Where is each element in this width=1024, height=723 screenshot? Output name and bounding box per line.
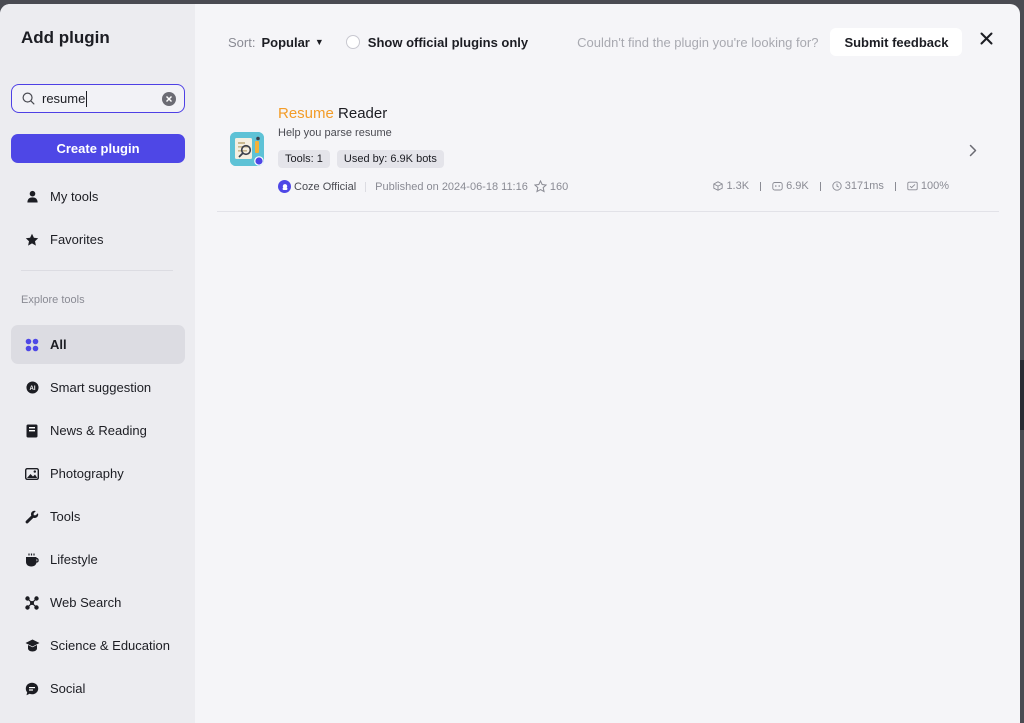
nav-label: Science & Education [50,638,170,653]
search-input[interactable]: resume [42,90,162,107]
sidebar-divider [21,270,173,271]
bots-stat: 1.3K [713,180,749,192]
background-window-edge [1020,360,1024,430]
caret-down-icon[interactable]: ▼ [315,37,324,47]
cube-icon [713,181,724,191]
official-only-radio[interactable] [345,35,360,49]
svg-text:AI: AI [29,386,35,392]
explore-tools-label: Explore tools [21,294,85,306]
nav-label: All [50,337,67,352]
category-all[interactable]: All [11,325,185,364]
plugin-tags: Tools: 1 Used by: 6.9K bots [278,150,444,168]
favorite-count-value: 160 [549,180,569,193]
plugin-description: Help you parse resume [278,127,392,139]
nav-label: News & Reading [50,423,147,438]
stat-separator [760,181,762,191]
dialog-title: Add plugin [21,28,110,47]
network-icon [24,595,40,611]
used-by-tag: Used by: 6.9K bots [336,150,444,168]
search-icon [22,92,35,105]
nav-my-tools[interactable]: My tools [11,177,185,216]
category-news-reading[interactable]: News & Reading [11,411,185,450]
person-icon [24,189,40,205]
clear-search-icon[interactable] [162,91,176,106]
ai-icon: AI [24,380,40,396]
chevron-right-icon[interactable] [969,144,977,162]
image-icon [24,466,40,482]
coze-official-icon [278,180,291,193]
bot-icon [772,182,783,191]
plugin-list-panel: Sort: Popular ▼ Show official plugins on… [195,4,1020,723]
star-outline-icon [533,180,547,193]
nav-label: Lifestyle [50,552,98,567]
category-lifestyle[interactable]: Lifestyle [11,540,185,579]
stat-separator [819,181,821,191]
category-tools[interactable]: Tools [11,497,185,536]
plugin-author: Coze Official [294,180,357,193]
latency-stat-value: 3171ms [844,180,884,192]
official-only-label: Show official plugins only [367,34,529,50]
search-box[interactable]: resume [11,84,185,113]
plugin-title: Resume Reader [278,105,387,122]
sidebar: Add plugin resume Create plugin My tools… [0,4,195,723]
grid-icon [24,337,40,353]
category-social[interactable]: Social [11,669,185,708]
plugin-logo [230,132,264,166]
favorite-count[interactable]: 160 [533,180,569,193]
nav-label: Smart suggestion [50,380,152,395]
create-plugin-button[interactable]: Create plugin [11,134,185,163]
nav-label: Social [50,681,86,696]
plugin-meta: Coze Official Published on 2024-06-18 11… [278,180,568,193]
card-divider [217,211,999,212]
stat-separator [894,181,896,191]
nav-label: Photography [50,466,124,481]
plugin-card[interactable]: Resume Reader Help you parse resume Tool… [217,92,999,212]
success-rate-stat: 100% [907,180,949,192]
wrench-icon [24,509,40,525]
sort-dropdown[interactable]: Popular [261,35,309,50]
cup-icon [24,552,40,568]
category-science-education[interactable]: Science & Education [11,626,185,665]
nav-label: My tools [50,189,99,204]
close-icon[interactable] [978,30,994,46]
calls-stat: 6.9K [772,180,809,192]
latency-stat: 3171ms [832,180,884,192]
category-smart-suggestion[interactable]: AI Smart suggestion [11,368,185,407]
book-icon [24,423,40,439]
meta-separator [365,181,367,192]
submit-feedback-button[interactable]: Submit feedback [830,28,963,56]
plugin-stats: 1.3K 6.9K 3171ms 100% [713,180,949,192]
nav-label: Tools [50,509,81,524]
success-rate-stat-value: 100% [920,180,949,192]
add-plugin-dialog: Add plugin resume Create plugin My tools… [0,4,1020,723]
category-photography[interactable]: Photography [11,454,185,493]
plugin-title-highlight: Resume [278,105,334,122]
category-web-search[interactable]: Web Search [11,583,185,622]
text-caret [86,90,88,107]
bots-stat-value: 1.3K [726,180,750,192]
chat-icon [24,681,40,697]
feedback-hint: Couldn't find the plugin you're looking … [577,34,819,50]
nav-label: Favorites [50,232,104,247]
plugin-title-rest: Reader [333,105,388,122]
graduation-cap-icon [24,638,40,654]
search-value: resume [42,91,86,106]
official-only-toggle[interactable]: Show official plugins only [345,34,529,50]
calls-stat-value: 6.9K [786,180,809,192]
plugin-published-date: Published on 2024-06-18 11:16 [375,180,528,193]
star-icon [24,232,40,248]
tools-count-tag: Tools: 1 [278,150,330,168]
nav-favorites[interactable]: Favorites [11,220,185,259]
success-rate-icon [907,181,918,191]
toolbar: Sort: Popular ▼ Show official plugins on… [228,28,1020,56]
sort-label: Sort: [228,34,256,50]
clock-icon [832,181,842,191]
nav-label: Web Search [50,595,122,610]
